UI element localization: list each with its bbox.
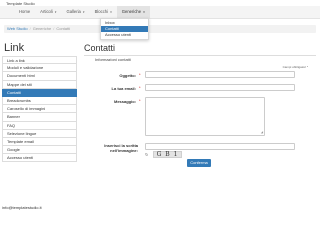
sidebar-menu: Link a link Moduli e validazione Documen… xyxy=(2,56,77,163)
required-marker: * xyxy=(139,98,141,103)
sidebar-item-contatti[interactable]: Contatti xyxy=(2,88,77,97)
subject-input[interactable] xyxy=(145,71,295,78)
caret-down-icon: ▾ xyxy=(143,10,145,14)
breadcrumb: Web Studio / Generiche / Contatti xyxy=(4,25,316,33)
title-divider xyxy=(84,55,316,56)
sidebar-item-carosello[interactable]: Carosello di immagini xyxy=(2,105,77,114)
caret-down-icon: ▾ xyxy=(54,10,57,14)
breadcrumb-section-link[interactable]: Generiche xyxy=(33,26,51,31)
sidebar-item-moduli[interactable]: Moduli e validazione xyxy=(2,64,77,73)
page-title: Contatti xyxy=(84,43,116,53)
form-subtitle: Informazioni contatti xyxy=(95,57,131,62)
nav-item-galleria[interactable]: Galleria ▾ xyxy=(61,6,89,18)
nav-item-generiche[interactable]: Generiche ▾ xyxy=(116,6,150,18)
nav-item-label: Articoli xyxy=(40,9,53,14)
footer-email: info@templatestudio.it xyxy=(2,205,42,210)
generiche-dropdown-menu: Inbox Contatti Accesso utenti xyxy=(100,18,149,40)
message-label: Messaggio: xyxy=(113,99,136,104)
subject-label: Oggetto: xyxy=(119,73,136,78)
caret-down-icon: ▾ xyxy=(83,10,85,14)
dropdown-item-accesso-utenti[interactable]: Accesso utenti xyxy=(101,32,148,38)
sidebar-item-link-a-link[interactable]: Link a link xyxy=(2,56,77,65)
captcha-image: G B 1 xyxy=(153,151,182,158)
sidebar-item-lingue[interactable]: Selezione lingue xyxy=(2,129,77,138)
required-marker: * xyxy=(139,72,141,77)
sidebar-item-google[interactable]: Google xyxy=(2,146,77,155)
sidebar-item-mappe[interactable]: Mappe dei siti xyxy=(2,80,77,89)
email-label: La tua email: xyxy=(111,86,136,91)
nav-item-label: Generiche xyxy=(121,9,142,14)
breadcrumb-home-link[interactable]: Web Studio xyxy=(7,26,28,31)
caret-down-icon: ▾ xyxy=(110,10,112,14)
submit-button[interactable]: Conferma xyxy=(187,159,211,167)
captcha-label-line-2: nell'immagine: xyxy=(110,148,138,153)
sidebar-item-documenti[interactable]: Documenti html xyxy=(2,72,77,81)
sidebar-title: Link xyxy=(4,42,25,54)
top-navbar: Home Articoli ▾ Galleria ▾ Blocchi ▾ Gen… xyxy=(0,6,320,19)
captcha-input[interactable] xyxy=(145,143,295,150)
sidebar-item-banner[interactable]: Banner xyxy=(2,113,77,122)
nav-item-articoli[interactable]: Articoli ▾ xyxy=(35,6,61,18)
message-textarea[interactable]: ◢ xyxy=(145,97,265,136)
nav-menu: Home Articoli ▾ Galleria ▾ Blocchi ▾ Gen… xyxy=(14,6,150,18)
required-fields-note: Campi obbligatori * xyxy=(282,65,308,69)
resize-handle-icon[interactable]: ◢ xyxy=(261,131,263,134)
sidebar-item-template-email[interactable]: Template email xyxy=(2,137,77,147)
required-marker: * xyxy=(139,85,141,90)
nav-item-label: Galleria xyxy=(66,9,81,14)
nav-item-label: Blocchi xyxy=(94,9,109,14)
sidebar-item-faq[interactable]: FAQ xyxy=(2,121,77,130)
nav-item-home[interactable]: Home xyxy=(14,6,35,18)
email-input[interactable] xyxy=(145,84,295,91)
sidebar-item-accesso-utenti[interactable]: Accesso utenti xyxy=(2,154,77,163)
captcha-label: Inserisci la scritta nell'immagine: xyxy=(98,143,138,153)
nav-item-blocchi[interactable]: Blocchi ▾ xyxy=(90,6,117,18)
nav-item-label: Home xyxy=(19,9,31,14)
breadcrumb-separator: / xyxy=(53,26,55,31)
sidebar-item-breadcrumbs[interactable]: Breadcrumbs xyxy=(2,96,77,106)
breadcrumb-current: Contatti xyxy=(56,26,71,31)
refresh-captcha-icon[interactable]: ↻ xyxy=(145,152,148,157)
breadcrumb-separator: / xyxy=(29,26,31,31)
